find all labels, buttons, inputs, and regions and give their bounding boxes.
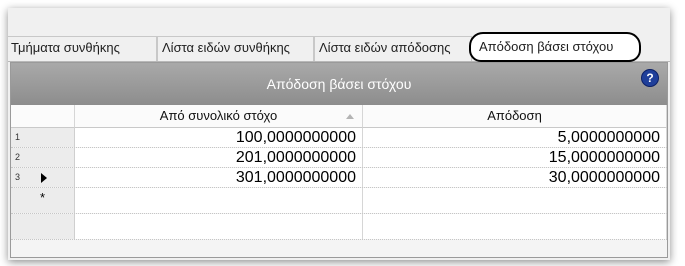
- row-number: 2: [15, 152, 21, 162]
- table-row[interactable]: 3 301,0000000000 30,0000000000: [11, 168, 667, 188]
- row-header[interactable]: 1: [11, 128, 75, 147]
- empty-cell: [363, 214, 667, 239]
- tab-yield-by-target[interactable]: Απόδοση βάσει στόχου: [469, 32, 641, 62]
- yield-cell[interactable]: 5,0000000000: [363, 128, 667, 147]
- help-icon[interactable]: ?: [641, 69, 659, 87]
- table-row[interactable]: 1 100,0000000000 5,0000000000: [11, 128, 667, 148]
- yield-cell[interactable]: 30,0000000000: [363, 168, 667, 187]
- from-target-cell[interactable]: 100,0000000000: [75, 128, 363, 147]
- from-target-cell[interactable]: 201,0000000000: [75, 148, 363, 167]
- row-header-corner: [11, 105, 75, 128]
- tab-condition-sections[interactable]: Τμήματα συνθήκης: [8, 36, 157, 61]
- row-number: 1: [15, 132, 21, 142]
- column-header-yield[interactable]: Απόδοση: [363, 105, 667, 128]
- empty-cell: [75, 214, 363, 239]
- row-number: 3: [15, 172, 21, 182]
- yield-cell[interactable]: 15,0000000000: [363, 148, 667, 167]
- new-row[interactable]: *: [11, 188, 667, 214]
- from-target-cell[interactable]: 301,0000000000: [75, 168, 363, 187]
- grid-caption: Απόδοση βάσει στόχου ?: [11, 63, 667, 105]
- yield-cell[interactable]: [363, 188, 667, 213]
- sort-ascending-icon: [346, 114, 354, 119]
- tab-yield-items[interactable]: Λίστα ειδών απόδοσης: [314, 36, 472, 61]
- column-header-label: Απόδοση: [487, 108, 542, 123]
- window-panel: Τμήματα συνθήκης Λίστα ειδών συνθήκης Λί…: [8, 8, 670, 260]
- current-row-arrow-icon: [41, 173, 47, 183]
- row-header[interactable]: 3: [11, 168, 75, 187]
- empty-row: [11, 214, 667, 240]
- row-header[interactable]: *: [11, 188, 75, 213]
- yield-grid: Απόδοση βάσει στόχου ? Από συνολικό στόχ…: [10, 62, 668, 258]
- tab-condition-items[interactable]: Λίστα ειδών συνθήκης: [157, 36, 314, 61]
- new-row-asterisk-icon: *: [40, 190, 46, 205]
- tab-strip: Τμήματα συνθήκης Λίστα ειδών συνθήκης Λί…: [8, 32, 670, 62]
- row-header[interactable]: 2: [11, 148, 75, 167]
- column-header-from-target[interactable]: Από συνολικό στόχο: [75, 105, 363, 128]
- from-target-cell[interactable]: [75, 188, 363, 213]
- row-header: [11, 214, 75, 239]
- table-row[interactable]: 2 201,0000000000 15,0000000000: [11, 148, 667, 168]
- grid-caption-text: Απόδοση βάσει στόχου: [266, 76, 412, 92]
- column-header-label: Από συνολικό στόχο: [159, 108, 278, 123]
